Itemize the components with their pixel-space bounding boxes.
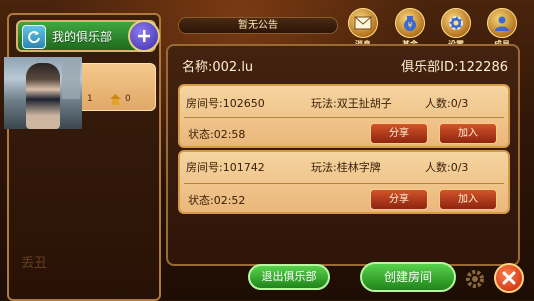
share-button[interactable]: 分享 bbox=[370, 189, 428, 210]
avatar-photo bbox=[4, 57, 82, 129]
envelope-icon bbox=[348, 8, 378, 38]
plus-icon bbox=[138, 30, 150, 42]
settings-button[interactable]: 设置 bbox=[439, 8, 473, 49]
room-number: 房间号:102650 bbox=[186, 97, 265, 110]
room-number: 房间号:101742 bbox=[186, 161, 265, 174]
room-card: 房间号:101742 玩法:桂林字牌 人数:0/3 状态:02:52 分享 加入 bbox=[178, 150, 510, 214]
close-icon bbox=[502, 271, 516, 285]
gear-icon bbox=[441, 8, 471, 38]
club-name-faded: 丢丑 bbox=[21, 256, 48, 271]
room-divider bbox=[184, 183, 504, 184]
create-room-button[interactable]: 创建房间 bbox=[360, 262, 456, 292]
room-card: 房间号:102650 玩法:双王扯胡子 人数:0/3 状态:02:58 分享 加… bbox=[178, 84, 510, 148]
room-players: 人数:0/3 bbox=[425, 97, 469, 110]
club-id: 俱乐部ID:122286 bbox=[401, 60, 508, 75]
add-club-button[interactable] bbox=[128, 20, 160, 52]
room-players: 人数:0/3 bbox=[425, 161, 469, 174]
exit-club-button[interactable]: 退出俱乐部 bbox=[248, 264, 330, 290]
share-button[interactable]: 分享 bbox=[370, 123, 428, 144]
photo-building bbox=[62, 59, 80, 99]
room-mode: 玩法:双王扯胡子 bbox=[311, 97, 392, 110]
join-button[interactable]: 加入 bbox=[439, 189, 497, 210]
room-divider bbox=[184, 117, 504, 118]
svg-text:¥: ¥ bbox=[407, 21, 412, 30]
fund-button[interactable]: ¥ 基金 bbox=[393, 8, 427, 49]
club-name: 名称:002.lu bbox=[182, 60, 254, 75]
club-room-count: 0 bbox=[125, 94, 131, 104]
room-status: 状态:02:52 bbox=[188, 194, 246, 207]
members-icon bbox=[487, 8, 517, 38]
my-club-header: 我的俱乐部 bbox=[16, 20, 160, 52]
club-member-count: 1 bbox=[87, 94, 93, 104]
gear-icon bbox=[464, 268, 486, 294]
close-button[interactable] bbox=[494, 263, 524, 293]
room-mode: 玩法:桂林字牌 bbox=[311, 161, 381, 174]
money-bag-icon: ¥ bbox=[395, 8, 425, 38]
join-button[interactable]: 加入 bbox=[439, 123, 497, 144]
refresh-icon[interactable] bbox=[22, 25, 46, 49]
room-status: 状态:02:58 bbox=[188, 128, 246, 141]
my-club-title: 我的俱乐部 bbox=[52, 30, 113, 44]
photo-person bbox=[26, 63, 60, 129]
notice-bar: 暂无公告 bbox=[178, 17, 338, 34]
messages-button[interactable]: 消息 bbox=[346, 8, 380, 49]
club-info-header: 名称:002.lu 俱乐部ID:122286 bbox=[172, 51, 520, 77]
home-icon bbox=[109, 90, 122, 109]
members-button[interactable]: 成员 bbox=[485, 8, 519, 49]
